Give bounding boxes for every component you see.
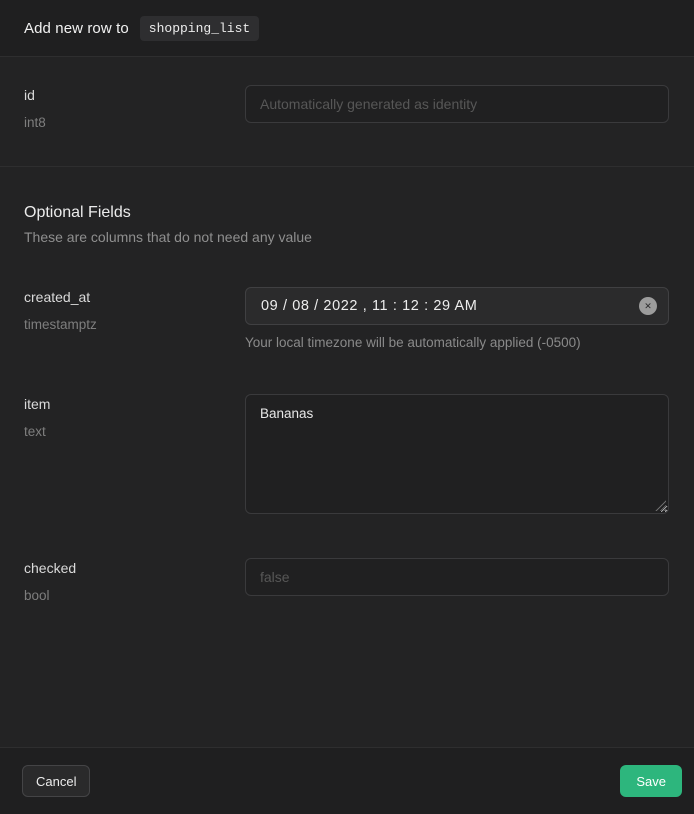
panel-title: Add new row to — [24, 20, 129, 37]
optional-fields-section: Optional Fields These are columns that d… — [0, 167, 694, 603]
timezone-helper-text: Your local timezone will be automaticall… — [245, 335, 669, 350]
field-type-item: text — [24, 424, 221, 439]
field-type-checked: bool — [24, 588, 221, 603]
field-type-created-at: timestamptz — [24, 317, 221, 332]
checked-input[interactable] — [245, 558, 669, 596]
save-button[interactable]: Save — [620, 765, 682, 797]
required-fields-section: id int8 — [0, 57, 694, 167]
optional-fields-title: Optional Fields — [24, 204, 669, 222]
field-name-checked: checked — [24, 560, 221, 576]
optional-fields-subtitle: These are columns that do not need any v… — [24, 229, 669, 245]
item-textarea[interactable]: Bananas — [245, 394, 669, 514]
id-input[interactable] — [245, 85, 669, 123]
datetime-value: 09 / 08 / 2022 , 11 : 12 : 29 AM — [261, 298, 477, 314]
field-row-checked: checked bool — [24, 558, 669, 603]
field-type-id: int8 — [24, 115, 221, 130]
field-row-item: item text Bananas — [24, 394, 669, 514]
field-name-created-at: created_at — [24, 289, 221, 305]
cancel-button[interactable]: Cancel — [22, 765, 90, 797]
field-row-created-at: created_at timestamptz 09 / 08 / 2022 , … — [24, 287, 669, 350]
field-name-id: id — [24, 87, 221, 103]
created-at-datetime-input[interactable]: 09 / 08 / 2022 , 11 : 12 : 29 AM ✕ — [245, 287, 669, 325]
table-name-badge: shopping_list — [140, 16, 259, 41]
panel-header: Add new row to shopping_list — [0, 0, 694, 57]
add-row-panel: Add new row to shopping_list id int8 Opt… — [0, 0, 694, 814]
x-circle-icon[interactable]: ✕ — [639, 297, 657, 315]
field-name-item: item — [24, 396, 221, 412]
panel-footer: Cancel Save — [0, 747, 694, 814]
field-row-id: id int8 — [24, 85, 669, 130]
